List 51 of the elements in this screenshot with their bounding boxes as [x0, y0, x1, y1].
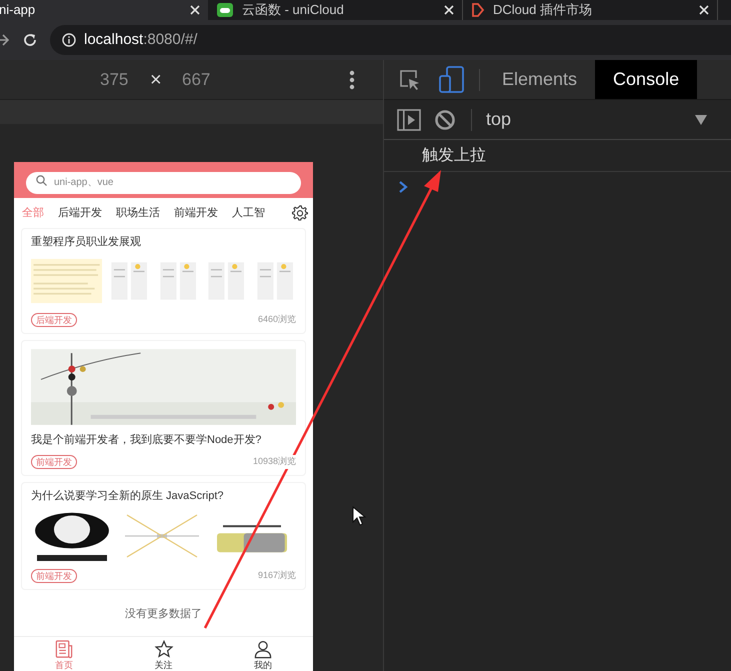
console-message: 触发上拉 — [422, 146, 486, 166]
width-value[interactable]: 375 — [100, 66, 140, 92]
inspect-icon[interactable] — [399, 68, 421, 90]
category-tag: 前端开发 — [31, 569, 77, 583]
clear-console-icon[interactable] — [434, 108, 456, 130]
dropdown-caret-icon — [695, 114, 707, 124]
person-icon — [253, 640, 274, 659]
tab-title: 云函数 - uniCloud — [242, 1, 344, 20]
reload-icon[interactable] — [22, 32, 38, 48]
devtools-tab[interactable]: Elements — [484, 60, 596, 99]
category-tab[interactable]: 前端开发 — [174, 204, 218, 222]
settings-icon[interactable] — [292, 205, 308, 221]
device-icon[interactable] — [439, 66, 465, 94]
search-icon — [36, 174, 47, 186]
article-title: 我是个前端开发者，我到底要不要学Node开发? — [31, 432, 262, 448]
context-selector[interactable]: top — [486, 100, 731, 139]
close-icon[interactable] — [699, 5, 709, 15]
article-card[interactable]: 为什么说要学习全新的原生 JavaScript? 前端开发 9167浏览 — [21, 482, 306, 590]
search-field[interactable]: uni-app、vue — [26, 172, 301, 194]
category-tab[interactable]: 职场生活 — [116, 204, 160, 222]
tab-bar-item[interactable]: 我的 — [213, 637, 314, 671]
info-icon[interactable] — [62, 33, 76, 47]
times-sign: × — [150, 68, 163, 92]
star-icon — [154, 640, 174, 659]
close-icon[interactable] — [190, 5, 200, 15]
more-icon[interactable] — [349, 70, 355, 90]
sidebar-toggle-icon[interactable] — [397, 108, 421, 130]
view-count: 10938浏览 — [252, 455, 296, 469]
height-value[interactable]: 667 — [182, 66, 210, 92]
category-tag: 前端开发 — [31, 455, 77, 469]
article-title: 重塑程序员职业发展观 — [31, 234, 142, 250]
devtools-tab[interactable]: Console — [595, 60, 698, 99]
address-field[interactable]: localhost:8080/#/ — [50, 25, 731, 55]
newspaper-icon — [54, 640, 74, 659]
category-tab[interactable]: 后端开发 — [58, 204, 102, 222]
tab-title: ni-app — [0, 1, 36, 20]
category-tab[interactable]: 人工智 — [232, 204, 265, 222]
tab-bar-item[interactable]: 关注 — [114, 637, 214, 671]
forward-icon[interactable] — [0, 33, 10, 47]
tab-title: DCloud 插件市场 — [493, 1, 592, 20]
close-icon[interactable] — [444, 5, 454, 15]
article-card[interactable]: 我是个前端开发者，我到底要不要学Node开发? 前端开发 10938浏览 — [21, 340, 306, 476]
mouse-cursor-icon — [352, 506, 366, 526]
url-text: localhost:8080/#/ — [84, 30, 198, 50]
prompt-icon[interactable] — [398, 181, 408, 193]
tag-icon — [471, 2, 485, 18]
category-tag: 后端开发 — [31, 313, 77, 327]
browser-tab[interactable]: ni-app — [0, 0, 208, 20]
article-title: 为什么说要学习全新的原生 JavaScript? — [31, 488, 225, 504]
load-more-text: 没有更多数据了 — [124, 607, 203, 622]
article-card[interactable]: 重塑程序员职业发展观 后端开发 6460浏览 — [21, 228, 306, 334]
